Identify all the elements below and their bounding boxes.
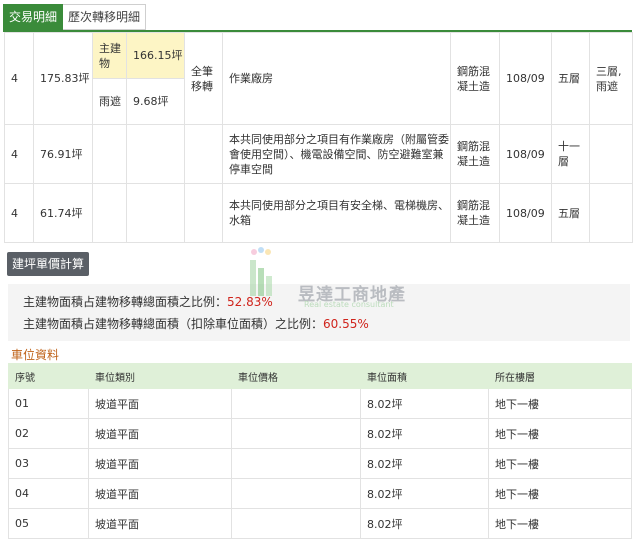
floor-cell: 4	[4, 183, 34, 243]
watermark-subtitle: Real estate consultant	[304, 300, 394, 309]
ratio-label: 主建物面積占建物移轉總面積（扣除車位面積）之比例：	[23, 317, 324, 331]
header-price: 車位價格	[231, 363, 361, 389]
floor-cell: 地下一樓	[488, 448, 632, 479]
type-cell: 坡道平面	[88, 448, 232, 479]
material-cell: 鋼筋混凝土造	[450, 124, 500, 184]
sub-item-value: 166.15坪	[126, 32, 185, 79]
parking-row: 04 坡道平面 8.02坪 地下一樓	[8, 478, 632, 509]
floor-cell: 4	[4, 32, 34, 125]
watermark-logo: 昱達工商地產 Real estate consultant	[240, 240, 420, 315]
empty-cell	[92, 124, 127, 184]
header-seq: 序號	[8, 363, 89, 389]
sub-item-value: 9.68坪	[126, 78, 185, 125]
total-floors-cell: 十一層	[551, 124, 590, 184]
sub-item-label: 主建物	[92, 32, 127, 79]
empty-cell	[126, 183, 185, 243]
usage-cell: 本共同使用部分之項目有作業廠房（附屬管委會使用空間）、機電設備空間、防空避難室兼…	[222, 124, 451, 184]
seq-cell: 02	[8, 418, 89, 449]
parking-header-row: 序號 車位類別 車位價格 車位面積 所在樓層	[8, 363, 632, 389]
total-floors-cell: 五層	[551, 32, 590, 125]
floor-cell: 地下一樓	[488, 478, 632, 509]
area-cell: 8.02坪	[360, 508, 489, 539]
logo-bars-icon	[250, 247, 272, 296]
seq-cell: 04	[8, 478, 89, 509]
ratio-line-2: 主建物面積占建物移轉總面積（扣除車位面積）之比例：60.55%	[23, 315, 369, 332]
area-cell: 61.74坪	[33, 183, 93, 243]
building-table: 4 175.83坪 主建物 166.15坪 全筆移轉 作業廠房 鋼筋混凝土造 1…	[4, 32, 633, 243]
price-cell	[231, 388, 361, 419]
price-cell	[231, 508, 361, 539]
area-cell: 76.91坪	[33, 124, 93, 184]
price-cell	[231, 478, 361, 509]
type-cell: 坡道平面	[88, 388, 232, 419]
parking-row: 01 坡道平面 8.02坪 地下一樓	[8, 388, 632, 419]
parking-row: 03 坡道平面 8.02坪 地下一樓	[8, 448, 632, 479]
empty-cell	[92, 183, 127, 243]
parking-row: 05 坡道平面 8.02坪 地下一樓	[8, 508, 632, 539]
empty-cell	[184, 124, 223, 184]
date-cell: 108/09	[499, 183, 552, 243]
type-cell: 坡道平面	[88, 418, 232, 449]
floor-moved-cell: 三層,雨遮	[589, 32, 633, 125]
date-cell: 108/09	[499, 124, 552, 184]
header-floor: 所在樓層	[488, 363, 632, 389]
floor-cell: 地下一樓	[488, 418, 632, 449]
area-cell: 8.02坪	[360, 388, 489, 419]
material-cell: 鋼筋混凝土造	[450, 183, 500, 243]
tab-transaction-details[interactable]: 交易明細	[3, 4, 64, 30]
ratio-value: 60.55%	[323, 317, 369, 331]
building-row: 4 61.74坪 本共同使用部分之項目有安全梯、電梯機房、水箱 鋼筋混凝土造 1…	[4, 183, 633, 243]
floor-cell: 地下一樓	[488, 508, 632, 539]
header-area: 車位面積	[360, 363, 489, 389]
area-cell: 8.02坪	[360, 478, 489, 509]
ratio-label: 主建物面積占建物移轉總面積之比例：	[23, 295, 228, 309]
share-cell: 全筆移轉	[184, 32, 223, 125]
usage-cell: 本共同使用部分之項目有安全梯、電梯機房、水箱	[222, 183, 451, 243]
floor-cell: 地下一樓	[488, 388, 632, 419]
empty-cell	[184, 183, 223, 243]
tab-transfer-history[interactable]: 歷次轉移明細	[63, 4, 147, 30]
usage-cell: 作業廠房	[222, 32, 451, 125]
empty-cell	[126, 124, 185, 184]
building-row: 4 175.83坪 主建物 166.15坪 全筆移轉 作業廠房 鋼筋混凝土造 1…	[4, 32, 633, 125]
date-cell: 108/09	[499, 32, 552, 125]
material-cell: 鋼筋混凝土造	[450, 32, 500, 125]
parking-section-title: 車位資料	[11, 348, 60, 362]
header-type: 車位類別	[88, 363, 232, 389]
empty-cell	[589, 183, 633, 243]
seq-cell: 03	[8, 448, 89, 479]
empty-cell	[589, 124, 633, 184]
building-row: 4 76.91坪 本共同使用部分之項目有作業廠房（附屬管委會使用空間）、機電設備…	[4, 124, 633, 184]
type-cell: 坡道平面	[88, 478, 232, 509]
seq-cell: 01	[8, 388, 89, 419]
area-cell: 175.83坪	[33, 32, 93, 125]
tab-bar: 交易明細 歷次轉移明細	[3, 4, 147, 30]
parking-table: 序號 車位類別 車位價格 車位面積 所在樓層 01 坡道平面 8.02坪 地下一…	[8, 363, 632, 539]
sub-item-label: 雨遮	[92, 78, 127, 125]
floor-cell: 4	[4, 124, 34, 184]
parking-row: 02 坡道平面 8.02坪 地下一樓	[8, 418, 632, 449]
seq-cell: 05	[8, 508, 89, 539]
unit-price-calc-button[interactable]: 建坪單價計算	[7, 252, 90, 276]
area-cell: 8.02坪	[360, 448, 489, 479]
type-cell: 坡道平面	[88, 508, 232, 539]
price-cell	[231, 418, 361, 449]
price-cell	[231, 448, 361, 479]
area-cell: 8.02坪	[360, 418, 489, 449]
total-floors-cell: 五層	[551, 183, 590, 243]
ratio-line-1: 主建物面積占建物移轉總面積之比例：52.83%	[23, 293, 273, 310]
